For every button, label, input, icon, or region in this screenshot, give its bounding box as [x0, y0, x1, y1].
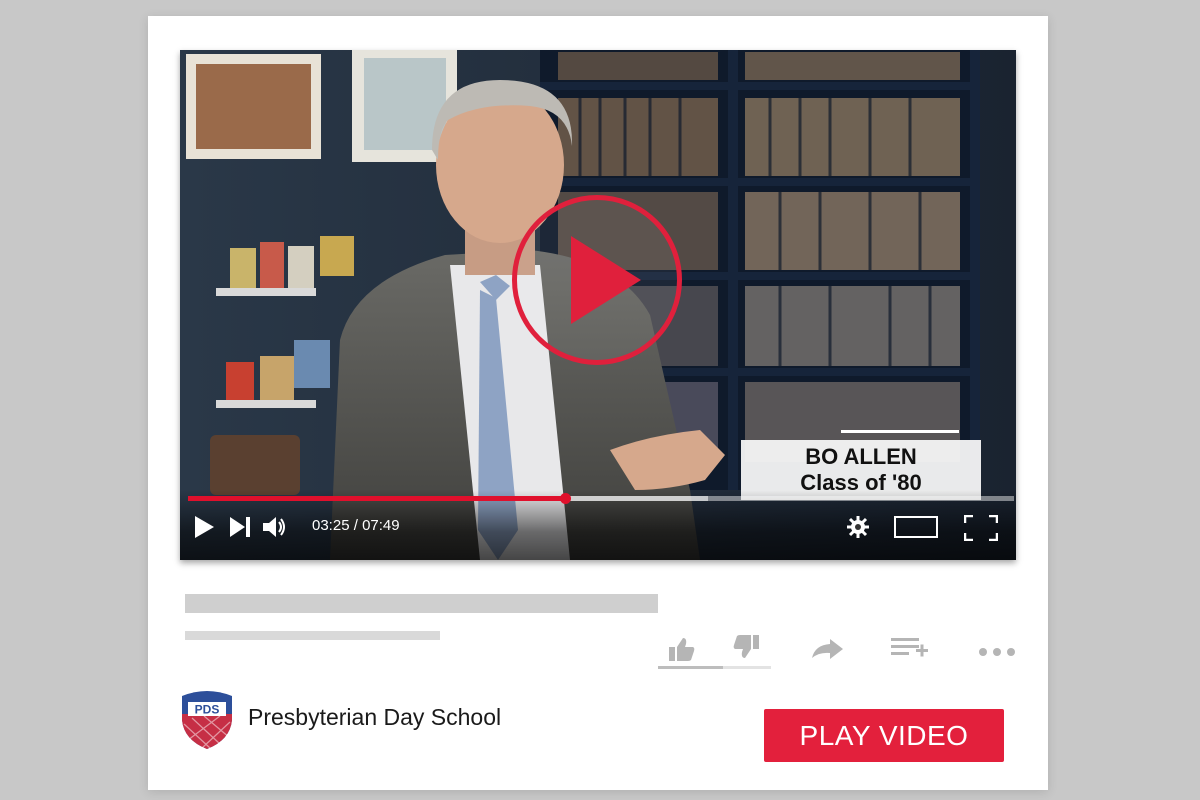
fullscreen-icon — [963, 514, 999, 542]
volume-button[interactable] — [262, 515, 288, 544]
progress-scrubber[interactable] — [559, 493, 571, 504]
play-icon — [195, 516, 214, 538]
time-separator: / — [349, 517, 363, 534]
play-video-button[interactable]: PLAY VIDEO — [764, 709, 1004, 762]
next-button[interactable] — [228, 515, 252, 544]
gear-icon — [847, 516, 869, 538]
share-icon — [812, 639, 843, 659]
player-controls: 03:25 / 07:49 — [180, 490, 1016, 560]
dislike-ratio-bar — [723, 666, 771, 669]
caption-top-rule — [841, 430, 959, 433]
thumbs-down-icon — [733, 635, 759, 658]
dislike-button[interactable] — [732, 634, 760, 665]
progress-bar[interactable] — [188, 493, 1014, 504]
progress-played — [188, 496, 565, 501]
settings-button[interactable] — [846, 515, 870, 544]
more-button[interactable] — [978, 644, 1018, 662]
current-time: 03:25 — [312, 517, 350, 534]
playlist-add-icon — [891, 638, 928, 657]
school-logo[interactable]: PDS — [180, 688, 234, 750]
share-button[interactable] — [810, 638, 844, 665]
theater-mode-icon — [894, 516, 938, 538]
play-button[interactable] — [192, 515, 216, 544]
video-meta-placeholder — [185, 631, 440, 640]
like-button[interactable] — [668, 636, 696, 667]
big-play-button[interactable] — [512, 195, 682, 365]
video-player[interactable]: BO ALLEN Class of '80 03:25 / 07:49 — [180, 50, 1016, 560]
video-card: BO ALLEN Class of '80 03:25 / 07:49 PDS … — [148, 16, 1048, 790]
theater-mode-button[interactable] — [894, 516, 938, 543]
add-to-playlist-button[interactable] — [890, 636, 930, 665]
play-icon — [571, 236, 641, 324]
speaker-name: BO ALLEN — [805, 444, 917, 469]
channel-name[interactable]: Presbyterian Day School — [248, 704, 501, 731]
like-ratio-bar — [658, 666, 723, 669]
time-display: 03:25 / 07:49 — [312, 517, 400, 534]
school-logo-text: PDS — [195, 703, 220, 717]
fullscreen-button[interactable] — [963, 514, 999, 546]
next-icon — [230, 517, 250, 537]
volume-icon — [263, 517, 285, 537]
thumbs-up-icon — [669, 638, 695, 661]
more-icon — [979, 648, 1015, 656]
duration: 07:49 — [362, 517, 400, 534]
video-title-placeholder — [185, 594, 658, 613]
